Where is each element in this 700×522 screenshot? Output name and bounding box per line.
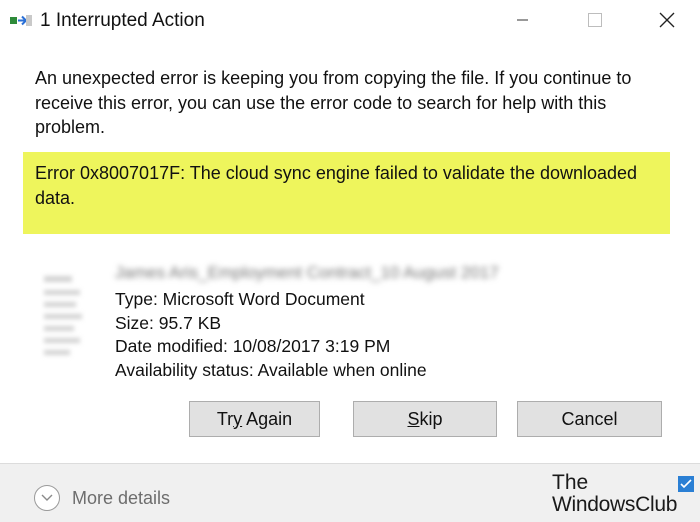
watermark-line1: The (552, 471, 589, 494)
maximize-button[interactable] (572, 0, 618, 40)
file-thumbnail-icon (44, 276, 82, 355)
minimize-icon (517, 19, 528, 21)
window-title: 1 Interrupted Action (40, 10, 205, 31)
error-code-highlight: Error 0x8007017F: The cloud sync engine … (23, 152, 670, 234)
error-message: An unexpected error is keeping you from … (35, 68, 632, 137)
close-icon (659, 12, 675, 28)
title-bar: 1 Interrupted Action (0, 0, 700, 44)
cancel-button[interactable]: Cancel (517, 401, 662, 437)
skip-label-suffix: kip (419, 408, 443, 429)
windows-logo-icon (678, 476, 694, 492)
watermark: The WindowsClub (548, 471, 698, 519)
file-details: Type: Microsoft Word Document Size: 95.7… (115, 288, 427, 382)
skip-access-key: S (407, 408, 420, 429)
maximize-icon (588, 13, 602, 27)
file-availability-status: Availability status: Available when onli… (115, 359, 427, 380)
watermark-line2: WindowsClub (552, 493, 678, 516)
more-details-label: More details (72, 487, 171, 508)
minimize-button[interactable] (500, 0, 546, 40)
close-button[interactable] (644, 0, 690, 40)
try-again-button[interactable]: Tr y Again (189, 401, 320, 437)
try-again-label-prefix: Tr (216, 408, 234, 429)
more-details-toggle[interactable]: More details (34, 485, 170, 511)
chevron-down-icon (34, 485, 60, 511)
file-name: James Aris_Employment Contract_10 August… (115, 263, 499, 282)
skip-button[interactable]: Skip (353, 401, 497, 437)
file-type: Type: Microsoft Word Document (115, 289, 365, 309)
error-code-text: Error 0x8007017F: The cloud sync engine … (35, 163, 638, 208)
copy-transfer-icon (10, 15, 32, 26)
file-date-modified: Date modified: 10/08/2017 3:19 PM (115, 336, 391, 356)
try-again-label-suffix: Again (242, 408, 293, 429)
try-again-access-key: y (233, 408, 243, 429)
file-size: Size: 95.7 KB (115, 312, 222, 333)
